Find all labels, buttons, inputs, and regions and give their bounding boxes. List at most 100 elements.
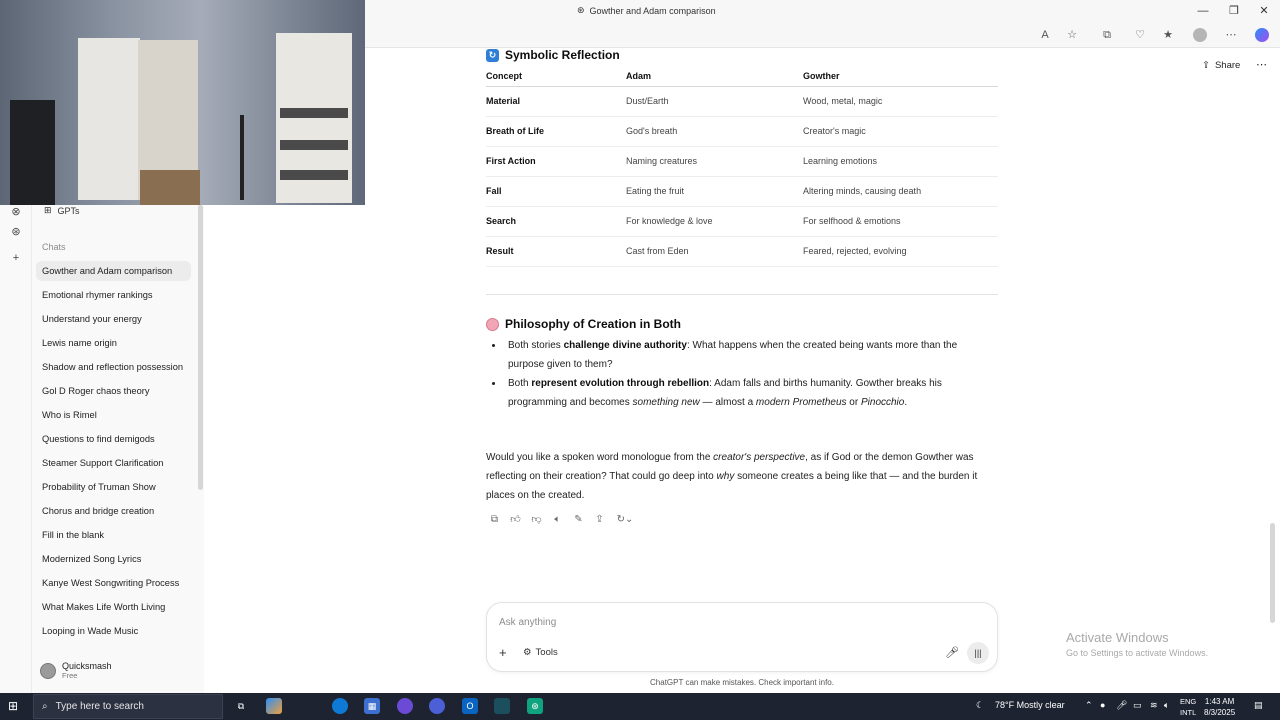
table-cell: Fall bbox=[486, 176, 626, 207]
chat-item[interactable]: Gowther and Adam comparison bbox=[36, 261, 191, 281]
share-icon: ⇪ bbox=[1202, 60, 1210, 71]
chat-item[interactable]: Understand your energy bbox=[36, 309, 191, 329]
main-scrollbar[interactable] bbox=[1270, 523, 1275, 623]
notifications-icon[interactable]: ▤ bbox=[1254, 700, 1263, 711]
closing-paragraph: Would you like a spoken word monologue f… bbox=[486, 452, 978, 501]
chat-item[interactable]: Emotional rhymer rankings bbox=[36, 285, 191, 305]
discord-icon[interactable] bbox=[429, 698, 445, 714]
table-cell: Feared, rejected, evolving bbox=[803, 236, 998, 267]
table-cell: Creator's magic bbox=[803, 116, 998, 147]
microphone-icon[interactable]: 🎤︎ bbox=[1116, 700, 1127, 711]
user-account-button[interactable]: Quicksmash Free bbox=[40, 661, 112, 680]
thumbs-up-icon[interactable]: 👍︎ bbox=[509, 513, 522, 526]
composer: + ⚙︎ Tools 🎤︎ ||| bbox=[486, 602, 998, 672]
webcam-overlay bbox=[0, 0, 365, 205]
share-icon[interactable]: ⇪ bbox=[593, 513, 606, 526]
chat-item[interactable]: Steamer Support Clarification bbox=[36, 453, 191, 473]
explore-icon[interactable]: ⊗ bbox=[9, 205, 23, 219]
copy-icon[interactable]: ⧉ bbox=[488, 513, 501, 526]
app-icon[interactable] bbox=[397, 698, 413, 714]
table-row: Material Dust/Earth Wood, metal, magic bbox=[486, 86, 998, 117]
comparison-table: Concept Adam Gowther Material Dust/Earth… bbox=[486, 66, 998, 267]
chat-item[interactable]: Questions to find demigods bbox=[36, 429, 191, 449]
user-plan: Free bbox=[62, 671, 78, 680]
chat-item[interactable]: Probability of Truman Show bbox=[36, 477, 191, 497]
message-actions: ⧉ 👍︎ 👎︎ 🔈︎ ✎ ⇪ ↻⌄ bbox=[488, 513, 636, 526]
task-view-icon[interactable]: ⧉ bbox=[233, 698, 249, 714]
table-cell: Search bbox=[486, 206, 626, 237]
gpts-link[interactable]: ⊞ GPTs bbox=[44, 205, 80, 216]
chat-item[interactable]: Looping in Wade Music bbox=[36, 621, 191, 641]
close-button[interactable]: ✕ bbox=[1257, 4, 1271, 18]
table-cell: Breath of Life bbox=[486, 116, 626, 147]
list-item: Both stories challenge divine authority:… bbox=[504, 336, 994, 374]
sidebar-scrollbar[interactable] bbox=[198, 205, 203, 490]
profile-avatar-icon[interactable] bbox=[1193, 28, 1207, 42]
browser-essentials-icon[interactable]: ♡ bbox=[1133, 28, 1147, 42]
mirror-emoji-icon: ↻ bbox=[486, 48, 499, 62]
favorites-icon[interactable]: ★ bbox=[1161, 28, 1175, 42]
list-item: Both represent evolution through rebelli… bbox=[504, 374, 994, 412]
chat-item[interactable]: What Makes Life Worth Living bbox=[36, 597, 191, 617]
sidebar: ⊞ GPTs Chats Gowther and Adam comparison… bbox=[32, 205, 204, 693]
chat-item[interactable]: Lewis name origin bbox=[36, 333, 191, 353]
extensions-icon[interactable]: ⧉ bbox=[1100, 28, 1114, 42]
chat-item[interactable]: Gol D Roger chaos theory bbox=[36, 381, 191, 401]
taskbar: ⊞ ⌕ Type here to search ⧉ ▦ O ⊛ ☾ 78°F M… bbox=[0, 693, 1280, 720]
chat-item[interactable]: Kanye West Songwriting Process bbox=[36, 573, 191, 593]
weather-icon[interactable]: ☾ bbox=[976, 700, 984, 711]
tray-app-icon[interactable]: ● bbox=[1100, 700, 1105, 710]
more-options-icon[interactable]: ⋯ bbox=[1256, 58, 1267, 71]
chatgpt-logo-icon[interactable]: ⊛ bbox=[9, 225, 23, 239]
section-heading-philosophy: Philosophy of Creation in Both bbox=[486, 317, 681, 331]
prompt-input[interactable] bbox=[499, 613, 899, 631]
store-icon[interactable]: ▦ bbox=[364, 698, 380, 714]
outlook-icon[interactable]: O bbox=[462, 698, 478, 714]
edge-icon[interactable] bbox=[332, 698, 348, 714]
copilot-app-icon[interactable] bbox=[266, 698, 282, 714]
browser-menu-icon[interactable]: ⋯ bbox=[1224, 28, 1238, 42]
copilot-icon[interactable] bbox=[1255, 28, 1269, 42]
read-aloud-icon[interactable]: A bbox=[1038, 28, 1052, 42]
clock[interactable]: 1:43 AM 8/3/2025 bbox=[1204, 696, 1235, 718]
chat-item[interactable]: Who is Rimel bbox=[36, 405, 191, 425]
language-indicator[interactable]: ENG INTL bbox=[1180, 696, 1196, 718]
microphone-icon[interactable]: 🎤︎ bbox=[945, 646, 959, 659]
table-cell: Naming creatures bbox=[626, 146, 803, 177]
chat-item[interactable]: Shadow and reflection possession bbox=[36, 357, 191, 377]
chat-item[interactable]: Fill in the blank bbox=[36, 525, 191, 545]
minimize-button[interactable]: — bbox=[1196, 4, 1210, 18]
read-aloud-icon[interactable]: 🔈︎ bbox=[551, 513, 564, 526]
weather-text[interactable]: 78°F Mostly clear bbox=[995, 700, 1065, 710]
share-button[interactable]: ⇪ Share bbox=[1202, 60, 1240, 71]
restore-button[interactable]: ❐ bbox=[1227, 4, 1241, 18]
windows-start-icon[interactable]: ⊞ bbox=[8, 699, 22, 713]
chatgpt-app-icon[interactable]: ⊛ bbox=[527, 698, 543, 714]
chat-item[interactable]: Chorus and bridge creation bbox=[36, 501, 191, 521]
app-icon[interactable] bbox=[494, 698, 510, 714]
taskbar-search[interactable]: ⌕ Type here to search bbox=[33, 694, 223, 719]
edit-icon[interactable]: ✎ bbox=[572, 513, 585, 526]
attach-plus-button[interactable]: + bbox=[499, 645, 507, 660]
table-header: Concept bbox=[486, 66, 626, 87]
tray-chevron-icon[interactable]: ⌃ bbox=[1085, 700, 1093, 711]
left-rail: ⊗ ⊛ + bbox=[0, 205, 32, 693]
thumbs-down-icon[interactable]: 👎︎ bbox=[530, 513, 543, 526]
section-heading-symbolic: ↻ Symbolic Reflection bbox=[486, 48, 620, 62]
favorite-star-icon[interactable]: ☆ bbox=[1065, 28, 1079, 42]
table-cell: Material bbox=[486, 86, 626, 117]
window-title: ⊛ Gowther and Adam comparison bbox=[577, 5, 716, 16]
wifi-icon[interactable]: ≋ bbox=[1150, 700, 1158, 711]
table-cell: Dust/Earth bbox=[626, 86, 803, 117]
volume-icon[interactable]: 🔈︎ bbox=[1164, 700, 1169, 711]
tools-button[interactable]: ⚙︎ Tools bbox=[523, 647, 558, 658]
table-row: Fall Eating the fruit Altering minds, ca… bbox=[486, 176, 998, 207]
network-icon[interactable]: ▭ bbox=[1133, 700, 1142, 711]
divider bbox=[486, 294, 998, 295]
chat-item[interactable]: Modernized Song Lyrics bbox=[36, 549, 191, 569]
regenerate-icon[interactable]: ↻⌄ bbox=[614, 513, 636, 526]
voice-mode-button[interactable]: ||| bbox=[967, 642, 989, 664]
chatgpt-logo-icon: ⊛ bbox=[577, 5, 585, 15]
table-cell: First Action bbox=[486, 146, 626, 177]
new-chat-plus-icon[interactable]: + bbox=[9, 251, 23, 265]
